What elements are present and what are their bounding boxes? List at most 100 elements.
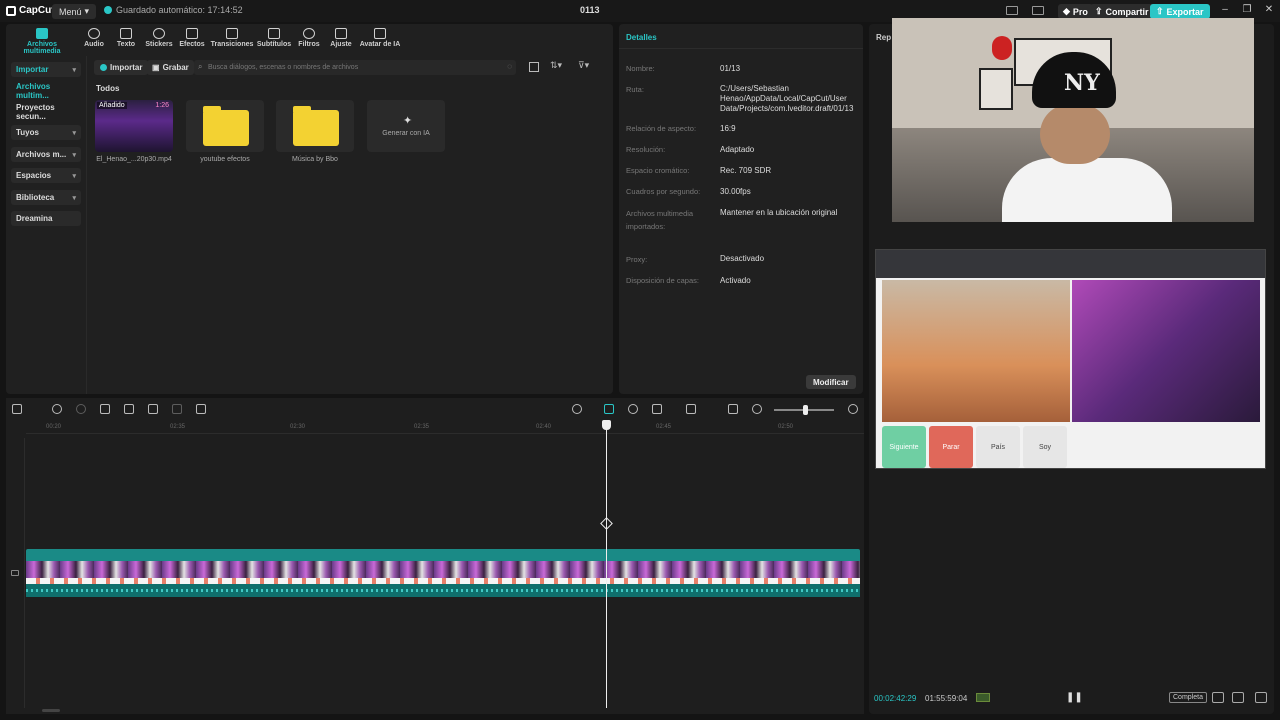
track-visibility-icon[interactable] — [11, 570, 19, 576]
search-input[interactable]: ⌕ Busca diálogos, escenas o nombres de ar… — [194, 60, 516, 75]
text-icon — [120, 28, 132, 39]
link-icon[interactable] — [604, 404, 614, 414]
share-button[interactable]: ⇪ Compartir — [1090, 4, 1154, 19]
sort-icon[interactable]: ⇅▾ — [550, 60, 562, 71]
sidebar-item-secondary-projects[interactable]: Proyectos secun... — [11, 103, 81, 121]
zoom-in-icon[interactable] — [848, 404, 858, 414]
playhead-handle[interactable] — [602, 420, 611, 430]
zoom-slider-handle[interactable] — [803, 405, 808, 415]
pro-button[interactable]: ◆ Pro — [1058, 4, 1093, 19]
pause-icon[interactable]: ❚❚ — [1066, 692, 1083, 703]
caption-icon[interactable] — [728, 404, 738, 414]
adjust-icon — [335, 28, 347, 39]
tab-filters[interactable]: Filtros — [296, 28, 322, 48]
sidebar-item-library[interactable]: Biblioteca ▾ — [11, 190, 81, 205]
modify-button[interactable]: Modificar — [806, 375, 856, 389]
timeline-toolbar — [6, 398, 864, 420]
audio-icon — [88, 28, 100, 39]
snap-icon[interactable] — [652, 404, 662, 414]
clip-header[interactable] — [26, 549, 860, 561]
chevron-down-icon: ▾ — [72, 194, 76, 202]
section-title: Todos — [96, 84, 120, 93]
diamond-icon: ◆ — [1063, 6, 1070, 16]
tab-adjust[interactable]: Ajuste — [328, 28, 354, 48]
timeline-ruler[interactable] — [26, 422, 864, 434]
detail-label: Cuadros por segundo: — [626, 187, 701, 196]
redo-icon[interactable] — [76, 404, 86, 414]
sidebar-item-import[interactable]: Importar ▾ — [11, 62, 81, 77]
menu-button[interactable]: Menú ▾ — [52, 4, 97, 19]
shortcut-icon[interactable] — [1032, 6, 1044, 15]
detail-label: Proxy: — [626, 255, 648, 264]
playhead-marker-icon[interactable] — [600, 517, 613, 530]
track-header-divider — [24, 438, 25, 708]
chevron-down-icon: ▾ — [84, 6, 90, 16]
filter-icon[interactable]: ⊽▾ — [578, 60, 589, 71]
microphone-icon[interactable] — [572, 404, 582, 414]
camera-icon: ▣ — [152, 63, 160, 72]
split-left-icon[interactable] — [124, 404, 134, 414]
split-icon[interactable] — [100, 404, 110, 414]
magnet-icon[interactable] — [628, 404, 638, 414]
full-view-button[interactable]: Completa — [1169, 692, 1207, 703]
tab-transitions[interactable]: Transiciones — [210, 28, 254, 48]
close-icon[interactable]: ✕ — [1262, 4, 1276, 18]
shield-icon[interactable] — [196, 404, 206, 414]
split-right-icon[interactable] — [148, 404, 158, 414]
detail-label: Relación de aspecto: — [626, 124, 697, 133]
generate-ai-button[interactable]: ✦ Generar con IA — [367, 100, 445, 152]
media-item-video[interactable]: Añadido 1:26 — [95, 100, 173, 152]
avatar-icon — [374, 28, 386, 39]
browser-iam-button: Soy — [1023, 426, 1067, 468]
playhead-line[interactable] — [606, 420, 607, 708]
sidebar-item-dreamina[interactable]: Dreamina — [11, 211, 81, 226]
sidebar-item-spaces[interactable]: Espacios ▾ — [11, 168, 81, 183]
autosave-status: Guardado automático: 17:14:52 — [104, 5, 243, 15]
tab-subtitles[interactable]: Subtítulos — [256, 28, 292, 48]
aspect-ratio-icon[interactable] — [1232, 692, 1244, 703]
cap-logo: NY — [1064, 70, 1100, 96]
horizontal-scrollbar[interactable] — [42, 709, 60, 712]
sidebar-item-yours[interactable]: Tuyos ▾ — [11, 125, 81, 140]
wall-poster — [979, 68, 1013, 110]
crop-icon[interactable] — [1212, 692, 1224, 703]
tick-label: 02:30 — [290, 424, 306, 430]
tab-effects[interactable]: Efectos — [178, 28, 206, 48]
media-item-folder[interactable] — [276, 100, 354, 152]
tab-media[interactable]: Archivos multimedia — [8, 28, 76, 55]
tab-audio[interactable]: Audio — [82, 28, 106, 48]
import-button[interactable]: Importar — [94, 60, 149, 75]
detail-value: Desactivado — [720, 254, 765, 263]
tick-label: 02:35 — [414, 424, 430, 430]
minimize-icon[interactable]: – — [1218, 4, 1232, 18]
timeline-panel: 00:20 02:35 02:30 02:35 02:40 02:45 02:5… — [6, 398, 864, 714]
current-time: 00:02:42:29 — [874, 694, 917, 703]
fullscreen-icon[interactable] — [1255, 692, 1267, 703]
sidebar-item-media-files-2[interactable]: Archivos m... ▾ — [11, 147, 81, 162]
maximize-icon[interactable]: ❐ — [1240, 4, 1254, 18]
sidebar-item-media-files[interactable]: Archivos multim... — [11, 82, 81, 100]
tab-stickers[interactable]: Stickers — [144, 28, 174, 48]
tab-text[interactable]: Texto — [114, 28, 138, 48]
export-button[interactable]: ⇧ Exportar — [1150, 4, 1210, 19]
preview-axis-icon[interactable] — [686, 404, 696, 414]
video-left — [882, 280, 1070, 422]
browser-chrome — [876, 250, 1265, 278]
audio-level-icon — [976, 693, 990, 702]
record-button[interactable]: ▣ Grabar — [147, 60, 194, 75]
tab-ai-avatar[interactable]: Avatar de IA — [358, 28, 402, 48]
detail-value: Activado — [720, 276, 751, 285]
zoom-out-icon[interactable] — [752, 404, 762, 414]
folder-icon — [293, 106, 339, 146]
media-item-folder[interactable] — [186, 100, 264, 152]
delete-icon[interactable] — [172, 404, 182, 414]
cursor-icon[interactable] — [12, 404, 22, 414]
undo-icon[interactable] — [52, 404, 62, 414]
capcut-logo-icon — [6, 5, 16, 16]
tool-tabs: Archivos multimedia Audio Texto Stickers… — [6, 28, 613, 55]
grid-view-icon[interactable] — [529, 62, 539, 72]
scan-icon[interactable]: ◌ — [507, 62, 512, 71]
browser-country-button: País — [976, 426, 1020, 468]
layout-icon[interactable] — [1006, 6, 1018, 15]
browser-next-button: Siguiente — [882, 426, 926, 468]
